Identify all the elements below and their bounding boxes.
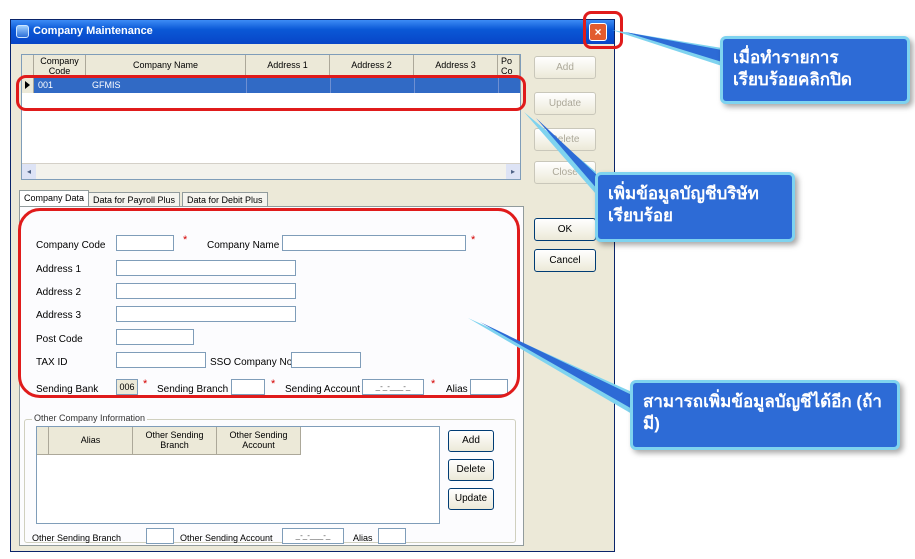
added-note-callout: เพิ่มข้อมูลบัญชีบริษัทเรียบร้อย [595,172,795,242]
more-accounts-callout: สามารถเพิ่มข้อมูลบัญชีได้อีก (ถ้ามี) [630,380,900,450]
close-note-callout: เมื่อทำรายการเรียบร้อยคลิกปิด [720,36,910,104]
